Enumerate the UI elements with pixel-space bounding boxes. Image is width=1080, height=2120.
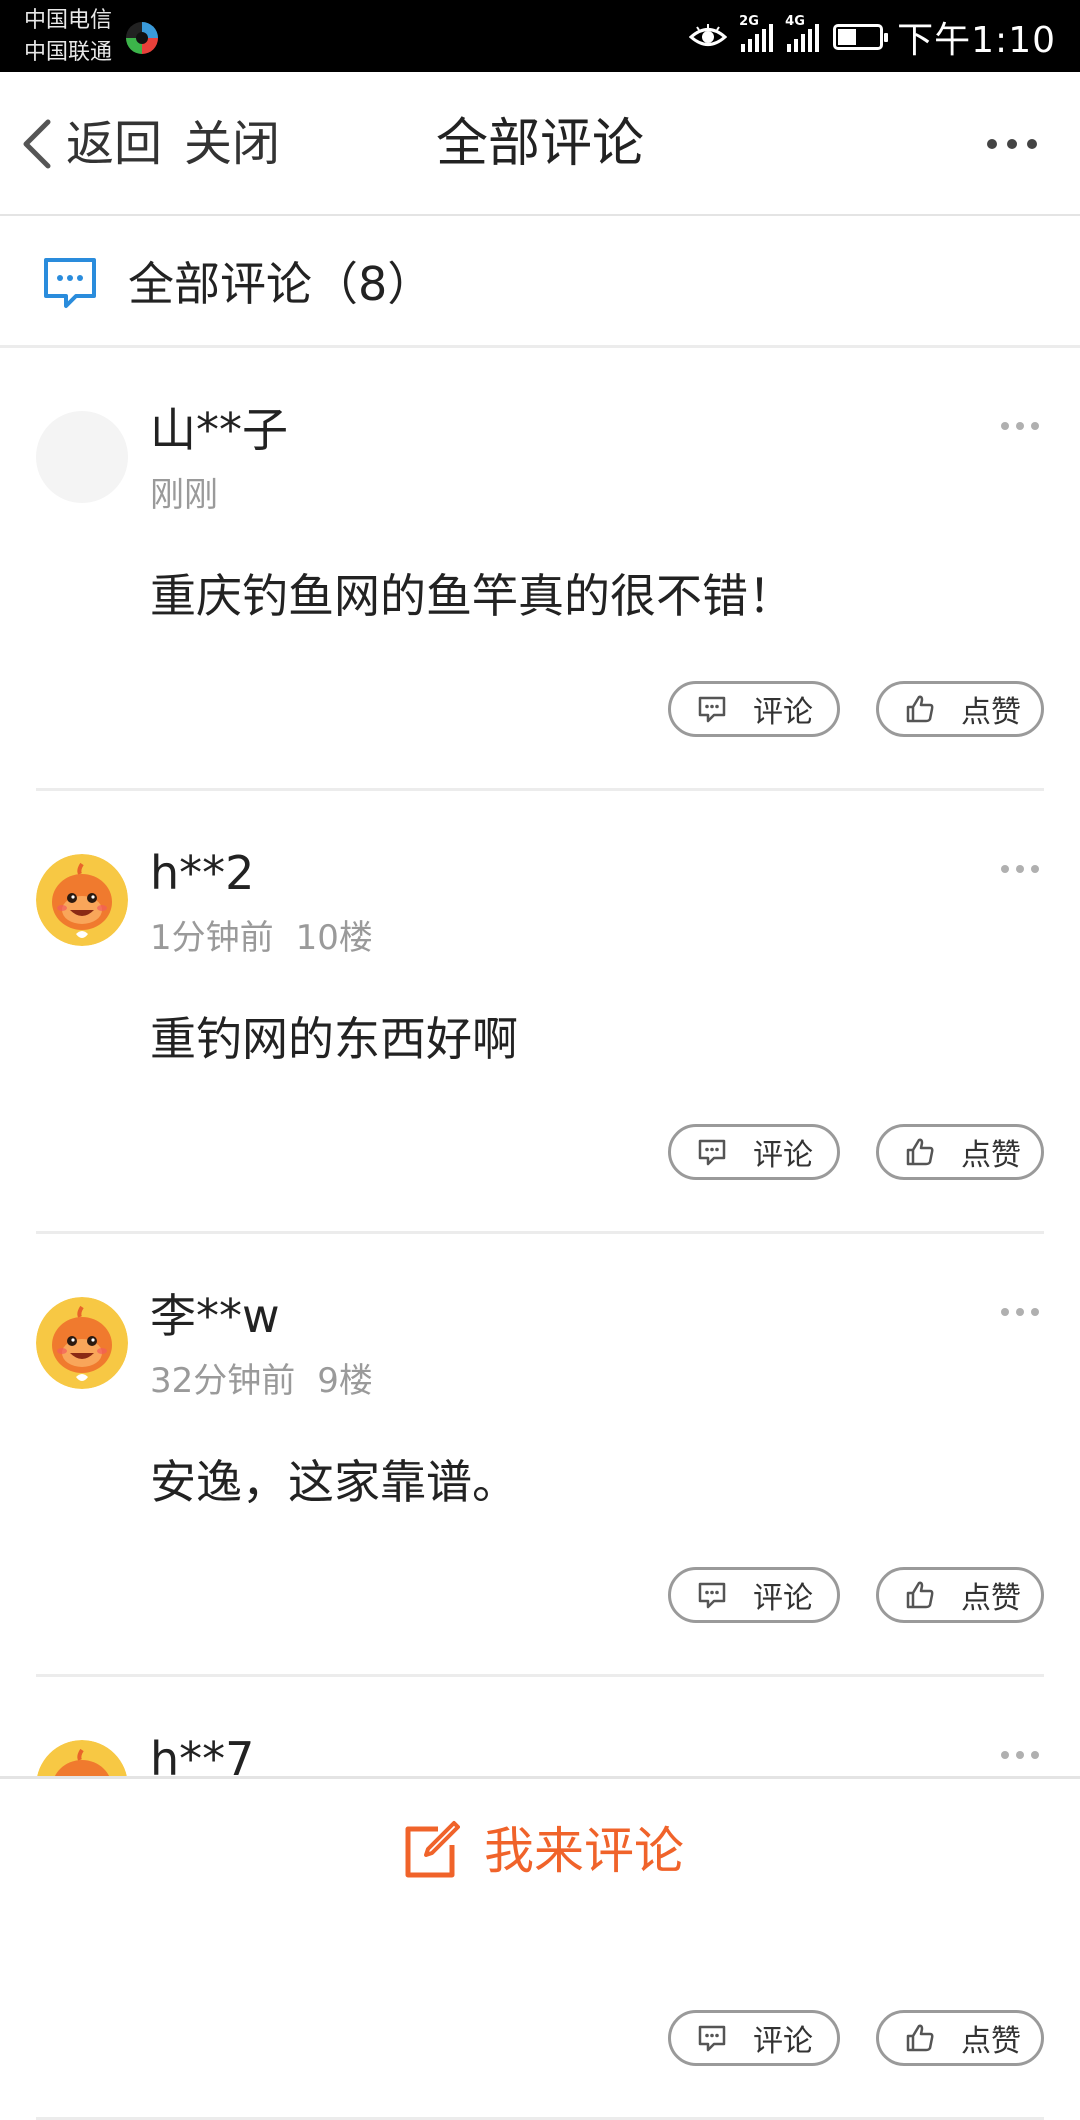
reply-icon [698,696,726,723]
comment-username[interactable]: 李**w [150,1288,280,1344]
eye-comfort-icon [689,24,728,46]
comment-text: 安逸，这家靠谱。 [150,1455,518,1509]
reply-label: 评论 [753,1138,813,1173]
avatar[interactable] [36,1297,128,1389]
reply-icon [698,2025,726,2052]
comment-time: 32分钟前 [150,1361,296,1401]
thumbs-up-icon [906,1581,934,1609]
comment-floor: 9楼 [317,1361,373,1401]
reply-button[interactable]: 评论 [668,681,840,737]
reply-label: 评论 [753,695,813,730]
reply-button[interactable]: 评论 [668,1567,840,1623]
comment-text: 重庆钓鱼网的鱼竿真的很不错！ [150,569,794,623]
comment-more-icon[interactable] [1000,1304,1040,1320]
mascot-avatar-icon [36,1297,128,1389]
mascot-avatar-icon [36,854,128,946]
like-button[interactable]: 点赞 [876,1567,1044,1623]
comment-item-1: 山**子 刚刚 重庆钓鱼网的鱼竿真的很不错！ 评论 点赞 [0,348,1080,791]
reply-icon [698,1139,726,1166]
signal-4g-label: 4G [785,14,805,29]
avatar[interactable] [36,854,128,946]
comments-count-title: 全部评论（8） [128,257,434,311]
comment-floor: 10楼 [295,918,373,958]
close-button[interactable]: 关闭 [184,116,280,172]
like-button[interactable]: 点赞 [876,681,1044,737]
comment-meta: 32分钟前 9楼 [150,1360,395,1402]
status-bar: 中国电信 中国联通 2G 4G 下午1:10 [0,0,1080,72]
back-button[interactable]: 返回 [66,116,162,172]
signal-4g-icon: 4G [785,14,820,52]
thumbs-up-icon [906,1138,934,1166]
comment-more-icon[interactable] [1000,418,1040,434]
comment-more-icon[interactable] [1000,1747,1040,1763]
app-notification-icon [126,22,158,54]
like-label: 点赞 [961,1581,1021,1616]
comment-time: 刚刚 [150,475,218,515]
thumbs-up-icon [906,695,934,723]
comment-text: 重钓网的东西好啊 [150,1012,518,1066]
like-label: 点赞 [961,695,1021,730]
carrier-1: 中国电信 [24,8,113,33]
like-button[interactable]: 点赞 [876,1124,1044,1180]
comment-item-2: h**2 1分钟前 10楼 重钓网的东西好啊 评论 点赞 [0,791,1080,1234]
comments-header: 全部评论（8） [0,216,1080,348]
comment-meta: 1分钟前 10楼 [150,917,395,959]
reply-label: 评论 [753,1581,813,1616]
reply-button[interactable]: 评论 [668,2010,840,2066]
comment-time: 1分钟前 [150,918,274,958]
chevron-left-icon[interactable] [20,116,54,172]
reply-label: 评论 [753,2024,813,2059]
edit-icon [405,1821,460,1878]
write-comment-bar[interactable]: 我来评论 [0,1776,1080,1920]
comment-meta: 刚刚 [150,474,262,516]
signal-2g-label: 2G [739,14,759,29]
comment-username[interactable]: 山**子 [150,402,288,458]
avatar[interactable] [36,411,128,503]
comment-bubble-icon [44,258,96,308]
comment-item-3: 李**w 32分钟前 9楼 安逸，这家靠谱。 评论 点赞 [0,1234,1080,1677]
nav-bar: 返回 关闭 全部评论 [0,72,1080,216]
like-label: 点赞 [961,1138,1021,1173]
write-comment-label: 我来评论 [484,1822,684,1880]
comment-username[interactable]: h**2 [150,845,254,901]
battery-icon [833,24,889,50]
thumbs-up-icon [906,2024,934,2052]
like-label: 点赞 [961,2024,1021,2059]
status-icons: 2G 4G 下午1:10 [689,14,1056,61]
reply-button[interactable]: 评论 [668,1124,840,1180]
signal-2g-icon: 2G [739,14,774,52]
reply-icon [698,1582,726,1609]
like-button[interactable]: 点赞 [876,2010,1044,2066]
status-time: 下午1:10 [897,20,1056,61]
carrier-2: 中国联通 [24,40,113,65]
comment-more-icon[interactable] [1000,861,1040,877]
more-options-icon[interactable] [984,128,1040,160]
